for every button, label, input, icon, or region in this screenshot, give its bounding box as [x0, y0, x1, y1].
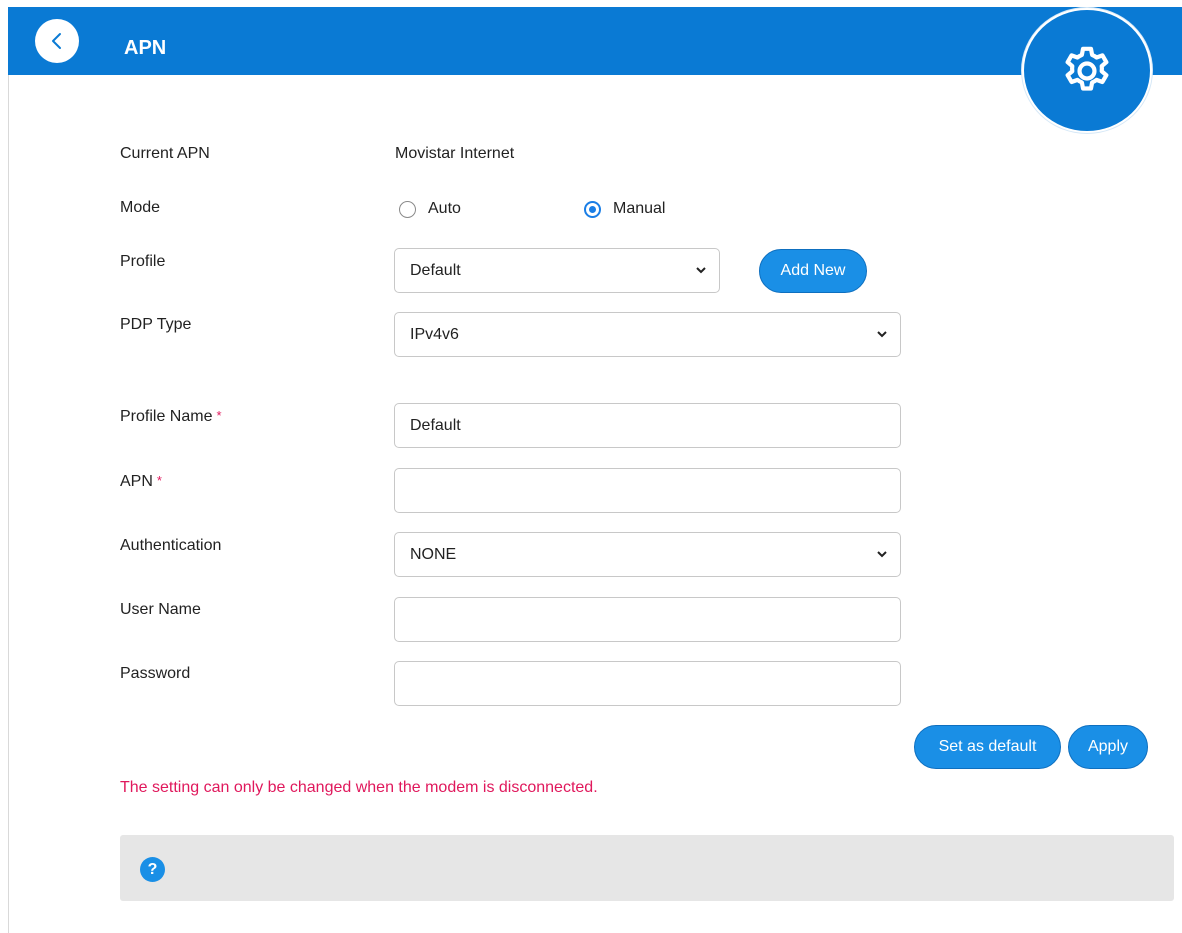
add-new-button[interactable]: Add New	[759, 249, 867, 293]
required-mark: *	[156, 473, 162, 488]
password-label: Password	[120, 665, 191, 682]
profile-label: Profile	[120, 253, 166, 270]
mode-manual-radio[interactable]: Manual	[584, 200, 665, 218]
required-mark: *	[216, 408, 222, 423]
help-panel: ?	[120, 835, 1174, 901]
mode-auto-label: Auto	[428, 200, 461, 217]
gear-icon	[1065, 46, 1109, 91]
chevron-down-icon	[877, 331, 887, 338]
page-border	[8, 75, 9, 933]
profile-name-input[interactable]: Default	[394, 403, 901, 448]
authentication-select-value: NONE	[410, 546, 457, 563]
current-apn-label: Current APN	[120, 145, 210, 162]
apply-button[interactable]: Apply	[1068, 725, 1148, 769]
back-button[interactable]	[35, 19, 79, 63]
apn-input[interactable]	[394, 468, 901, 513]
chevron-down-icon	[877, 551, 887, 558]
mode-manual-label: Manual	[613, 200, 666, 217]
pdp-type-label: PDP Type	[120, 316, 192, 333]
profile-select-value: Default	[410, 262, 461, 279]
disconnect-notice: The setting can only be changed when the…	[120, 779, 598, 796]
apn-label-text: APN	[120, 473, 153, 490]
profile-name-label: Profile Name *	[120, 408, 222, 426]
mode-label: Mode	[120, 199, 161, 216]
radio-circle-checked	[584, 200, 601, 218]
profile-name-label-text: Profile Name	[120, 408, 213, 425]
question-icon[interactable]: ?	[140, 857, 165, 882]
chevron-left-icon	[52, 33, 61, 49]
user-name-input[interactable]	[394, 597, 901, 642]
pdp-type-select[interactable]: IPv4v6	[394, 312, 901, 357]
apn-label: APN *	[120, 473, 162, 491]
settings-button[interactable]	[1022, 8, 1152, 133]
user-name-label: User Name	[120, 601, 201, 618]
mode-auto-radio[interactable]: Auto	[399, 200, 461, 218]
authentication-label: Authentication	[120, 537, 222, 554]
password-input[interactable]	[394, 661, 901, 706]
set-as-default-button[interactable]: Set as default	[914, 725, 1061, 769]
pdp-type-select-value: IPv4v6	[410, 326, 459, 343]
chevron-down-icon	[696, 267, 706, 274]
authentication-select[interactable]: NONE	[394, 532, 901, 577]
current-apn-value: Movistar Internet	[395, 145, 515, 162]
page-title: APN	[124, 37, 167, 59]
header-bar: APN	[8, 7, 1182, 75]
profile-select[interactable]: Default	[394, 248, 720, 293]
profile-name-input-value: Default	[410, 416, 461, 434]
radio-circle	[399, 200, 416, 218]
